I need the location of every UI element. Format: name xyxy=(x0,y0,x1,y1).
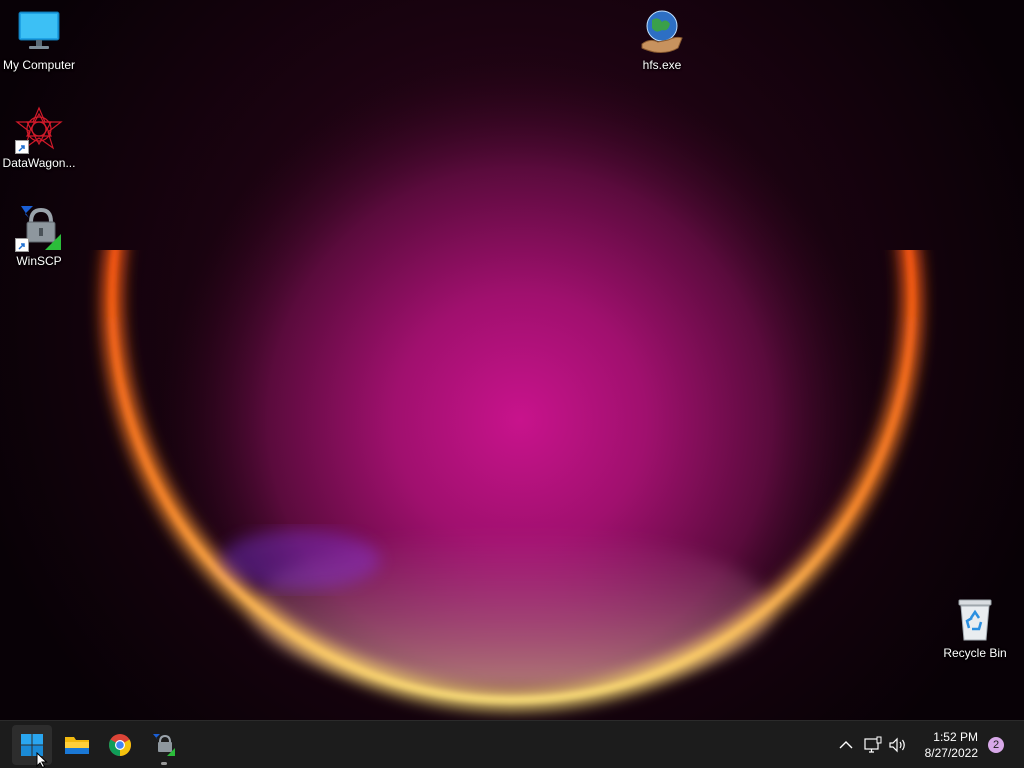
desktop-icon-label: Recycle Bin xyxy=(943,646,1007,660)
mouse-cursor-icon xyxy=(36,752,48,768)
taskbar-file-explorer[interactable] xyxy=(56,725,96,765)
show-hidden-icons-button[interactable] xyxy=(836,735,856,755)
clock-date: 8/27/2022 xyxy=(924,746,978,760)
taskbar-clock[interactable]: 1:52 PM 8/27/2022 xyxy=(925,729,978,761)
taskbar-chrome[interactable] xyxy=(100,725,140,765)
winscp-icon xyxy=(15,204,63,252)
clock-time: 1:52 PM xyxy=(933,730,978,744)
wallpaper xyxy=(0,0,1024,720)
desktop-icon-my-computer[interactable]: My Computer xyxy=(0,8,78,73)
shortcut-arrow-icon xyxy=(15,140,29,154)
volume-button[interactable] xyxy=(888,735,908,755)
taskbar-winscp[interactable] xyxy=(144,725,184,765)
monitor-icon xyxy=(15,8,63,56)
desktop-icon-label: DataWagon... xyxy=(2,156,76,170)
network-button[interactable] xyxy=(863,735,883,755)
recycle-bin-icon xyxy=(951,596,999,644)
notification-badge[interactable]: 2 xyxy=(988,737,1004,753)
taskbar: 1:52 PM 8/27/2022 2 xyxy=(0,720,1024,768)
desktop-icon-label: hfs.exe xyxy=(642,58,682,72)
chrome-icon xyxy=(109,734,131,756)
volume-icon xyxy=(889,737,905,753)
winscp-icon xyxy=(153,734,175,756)
desktop-icon-label: My Computer xyxy=(2,58,76,72)
chevron-up-icon xyxy=(839,741,853,749)
desktop-icon-label: WinSCP xyxy=(16,254,62,268)
desktop-icon-datawagon[interactable]: DataWagon... xyxy=(0,106,78,171)
hfs-globe-icon xyxy=(638,8,686,56)
desktop-icon-hfs[interactable]: hfs.exe xyxy=(623,8,701,73)
desktop: My Computer DataWagon... WinSCP hfs.exe … xyxy=(0,0,1024,720)
desktop-icon-winscp[interactable]: WinSCP xyxy=(0,204,78,269)
desktop-icon-recycle-bin[interactable]: Recycle Bin xyxy=(936,596,1014,661)
running-indicator xyxy=(161,762,167,765)
network-icon xyxy=(864,736,882,753)
datawagon-icon xyxy=(15,106,63,154)
folder-icon xyxy=(65,737,89,754)
shortcut-arrow-icon xyxy=(15,238,29,252)
